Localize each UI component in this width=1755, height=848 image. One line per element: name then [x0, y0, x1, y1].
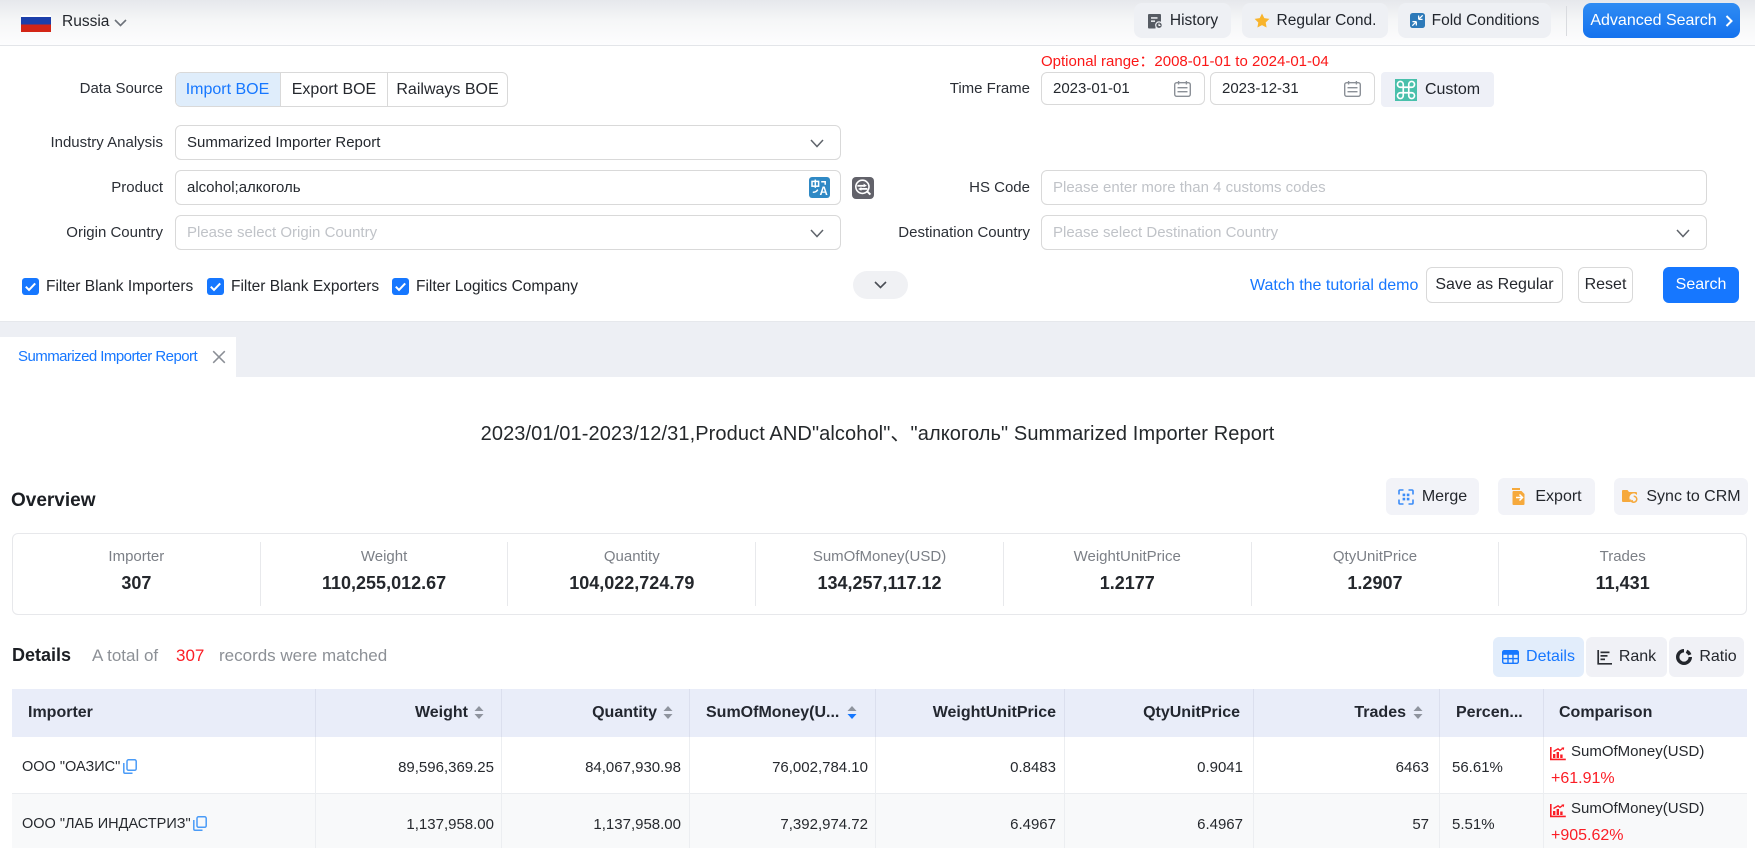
- svg-text:A: A: [819, 186, 827, 198]
